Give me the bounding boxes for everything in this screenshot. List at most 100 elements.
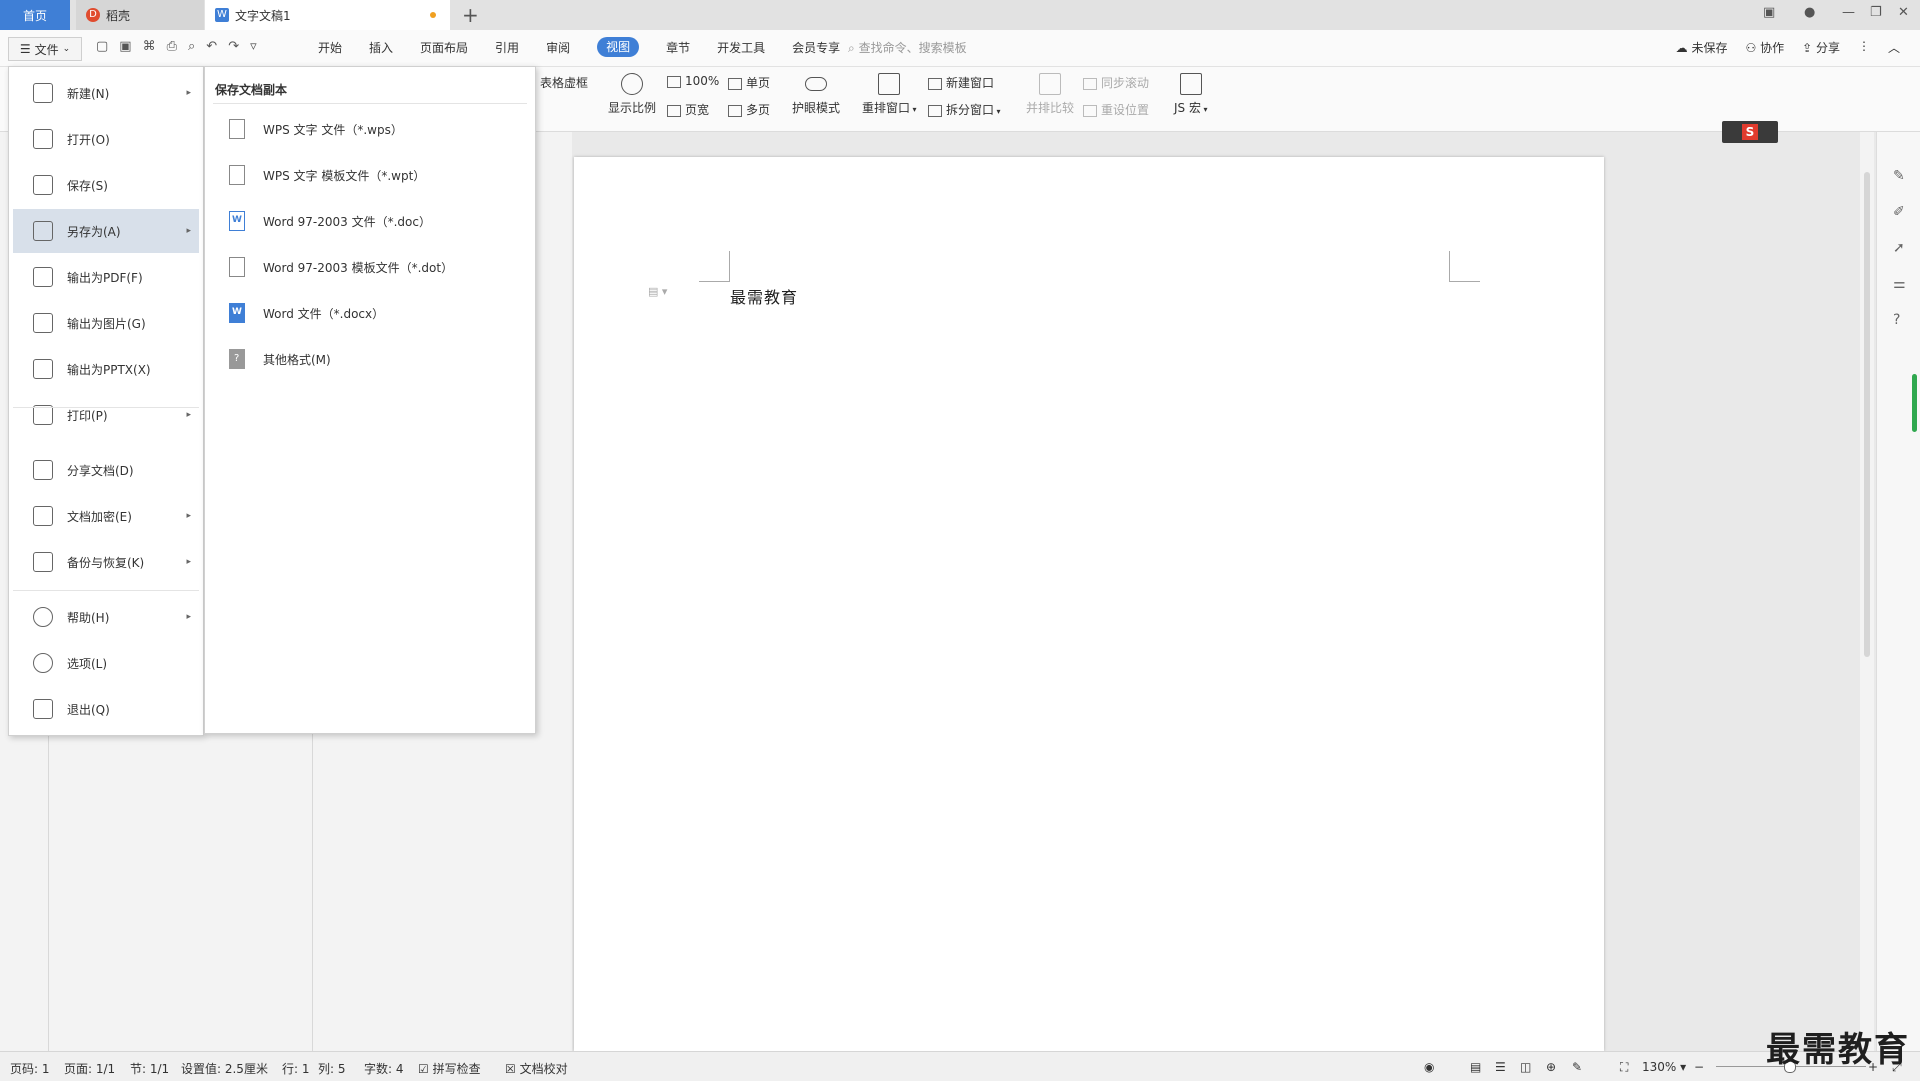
zoom-display-button[interactable]: 显示比例	[608, 73, 656, 116]
menu-print[interactable]: 打印(P) ▸	[13, 393, 199, 437]
save-as-docx[interactable]: Word 文件（*.docx）	[229, 293, 384, 333]
split-window-button[interactable]: 拆分窗口 ▾	[928, 101, 1001, 118]
scrollbar-thumb[interactable]	[1864, 172, 1870, 657]
js-macro-button[interactable]: JS 宏 ▾	[1174, 73, 1208, 116]
menu-save[interactable]: 保存(S)	[13, 163, 199, 207]
restore-icon[interactable]: ❐	[1870, 5, 1882, 20]
menu-share[interactable]: 分享文档(D)	[13, 448, 199, 492]
status-row[interactable]: 行: 1	[282, 1060, 310, 1077]
tab-layout[interactable]: 页面布局	[420, 39, 468, 57]
reset-position-button[interactable]: 重设位置	[1083, 101, 1149, 118]
status-col[interactable]: 列: 5	[318, 1060, 346, 1077]
undo-icon[interactable]: ↶	[206, 39, 217, 54]
outline-view-icon[interactable]: ☰	[1495, 1060, 1506, 1074]
pen-icon[interactable]: ✐	[1893, 204, 1905, 220]
tab-view[interactable]: 视图	[597, 37, 640, 57]
tab-start[interactable]: 开始	[318, 39, 342, 57]
tab-chapter[interactable]: 章节	[666, 39, 690, 57]
menu-exit[interactable]: 退出(Q)	[13, 687, 199, 731]
status-page-number[interactable]: 页码: 1	[10, 1060, 50, 1077]
page-view-icon[interactable]: ▤	[1470, 1060, 1481, 1074]
add-tab-button[interactable]: +	[462, 3, 479, 27]
new-file-icon[interactable]: ▢	[96, 39, 108, 54]
tab-member[interactable]: 会员专享	[792, 39, 840, 57]
page-width-button[interactable]: 页宽	[667, 101, 709, 118]
chevron-down-icon: ▾	[994, 107, 1001, 116]
paragraph-options-icon[interactable]: ▤ ▾	[648, 285, 667, 298]
menu-export-pdf[interactable]: 输出为PDF(F)	[13, 255, 199, 299]
fit-page-icon[interactable]: ⛶	[1620, 1060, 1628, 1075]
close-icon[interactable]: ✕	[1898, 5, 1909, 20]
multi-page-button[interactable]: 多页	[728, 101, 770, 118]
save-as-dot[interactable]: Word 97-2003 模板文件（*.dot）	[229, 247, 453, 287]
spell-check-button[interactable]: ☑ 拼写检查	[418, 1060, 481, 1077]
settings-sliders-icon[interactable]: ⚌	[1893, 276, 1906, 292]
format-painter-icon[interactable]: ⌘	[143, 39, 156, 54]
save-icon[interactable]: ▣	[119, 39, 131, 54]
side-compare-button[interactable]: 并排比较	[1026, 73, 1074, 116]
menu-backup[interactable]: 备份与恢复(K) ▸	[13, 540, 199, 584]
tab-reference[interactable]: 引用	[495, 39, 519, 57]
redo-icon[interactable]: ↷	[228, 39, 239, 54]
new-window-icon	[928, 77, 942, 90]
save-as-other[interactable]: 其他格式(M)	[229, 339, 331, 379]
tab-home[interactable]: 首页	[0, 0, 70, 30]
window-count-icon[interactable]: ▣	[1763, 5, 1775, 20]
help-icon[interactable]: ?	[1893, 312, 1900, 328]
menu-save-as[interactable]: 另存为(A) ▸	[13, 209, 199, 253]
customize-toolbar-icon[interactable]: ▿	[250, 39, 257, 54]
minimize-icon[interactable]: —	[1842, 5, 1855, 20]
tab-insert[interactable]: 插入	[369, 39, 393, 57]
tab-devtools[interactable]: 开发工具	[717, 39, 765, 57]
menu-help[interactable]: 帮助(H) ▸	[13, 595, 199, 639]
menu-new[interactable]: 新建(N) ▸	[13, 71, 199, 115]
menu-separator	[13, 407, 199, 408]
save-as-doc[interactable]: Word 97-2003 文件（*.doc）	[229, 201, 431, 241]
avatar[interactable]: ●	[1804, 5, 1815, 20]
save-as-wpt[interactable]: WPS 文字 模板文件（*.wpt）	[229, 155, 425, 195]
file-menu-button[interactable]: ☰ 文件 ⌄	[8, 37, 82, 61]
reading-view-icon[interactable]: ◫	[1520, 1060, 1531, 1074]
tab-docer[interactable]: D 稻壳	[76, 0, 204, 30]
document-page[interactable]: ▤ ▾ 最需教育	[574, 157, 1604, 1051]
rearrange-window-button[interactable]: 重排窗口 ▾	[862, 73, 917, 116]
tab-review[interactable]: 审阅	[546, 39, 570, 57]
zoom-out-icon[interactable]: −	[1694, 1060, 1704, 1074]
status-section[interactable]: 节: 1/1	[130, 1060, 169, 1077]
document-text[interactable]: 最需教育	[730, 284, 798, 308]
style-icon[interactable]: ✎	[1893, 168, 1905, 184]
menu-options[interactable]: 选项(L)	[13, 641, 199, 685]
proofread-button[interactable]: ☒ 文档校对	[505, 1060, 568, 1077]
collaborate-button[interactable]: ⚇ 协作	[1745, 39, 1784, 56]
tab-document[interactable]: W 文字文稿1	[205, 0, 450, 30]
print-preview-icon[interactable]: ⌕	[188, 39, 195, 54]
sync-scroll-button[interactable]: 同步滚动	[1083, 74, 1149, 91]
cursor-icon[interactable]: ➚	[1893, 240, 1905, 256]
menu-export-image[interactable]: 输出为图片(G)	[13, 301, 199, 345]
menu-open[interactable]: 打开(O)	[13, 117, 199, 161]
ime-toolbar[interactable]: S	[1722, 121, 1778, 143]
status-setting[interactable]: 设置值: 2.5厘米	[181, 1060, 268, 1077]
menu-export-pptx[interactable]: 输出为PPTX(X)	[13, 347, 199, 391]
eye-mode-status-icon[interactable]: ◉	[1424, 1060, 1434, 1074]
zoom-level[interactable]: 130% ▾	[1642, 1060, 1686, 1074]
pdf-icon	[33, 267, 53, 287]
write-view-icon[interactable]: ✎	[1572, 1060, 1582, 1074]
more-icon[interactable]: ⋮	[1858, 39, 1870, 56]
single-page-button[interactable]: 单页	[728, 74, 770, 91]
command-search[interactable]: ⌕ 查找命令、搜索模板	[848, 39, 967, 56]
menu-encrypt[interactable]: 文档加密(E) ▸	[13, 494, 199, 538]
search-icon: ⌕	[848, 41, 855, 55]
status-pages[interactable]: 页面: 1/1	[64, 1060, 115, 1077]
table-outline-button[interactable]: 表格虚框	[540, 74, 588, 91]
status-word-count[interactable]: 字数: 4	[364, 1060, 404, 1077]
zoom-100-button[interactable]: 100%	[667, 74, 719, 88]
new-window-button[interactable]: 新建窗口	[928, 74, 994, 91]
eye-mode-button[interactable]: 护眼模式	[792, 73, 840, 116]
web-view-icon[interactable]: ⊕	[1546, 1060, 1556, 1074]
collapse-ribbon-icon[interactable]: ︿	[1888, 39, 1900, 56]
save-as-wps[interactable]: WPS 文字 文件（*.wps）	[229, 109, 403, 149]
unsaved-button[interactable]: ☁ 未保存	[1676, 39, 1728, 56]
share-button[interactable]: ⇪ 分享	[1802, 39, 1840, 56]
print-icon[interactable]: ⎙	[167, 39, 177, 54]
